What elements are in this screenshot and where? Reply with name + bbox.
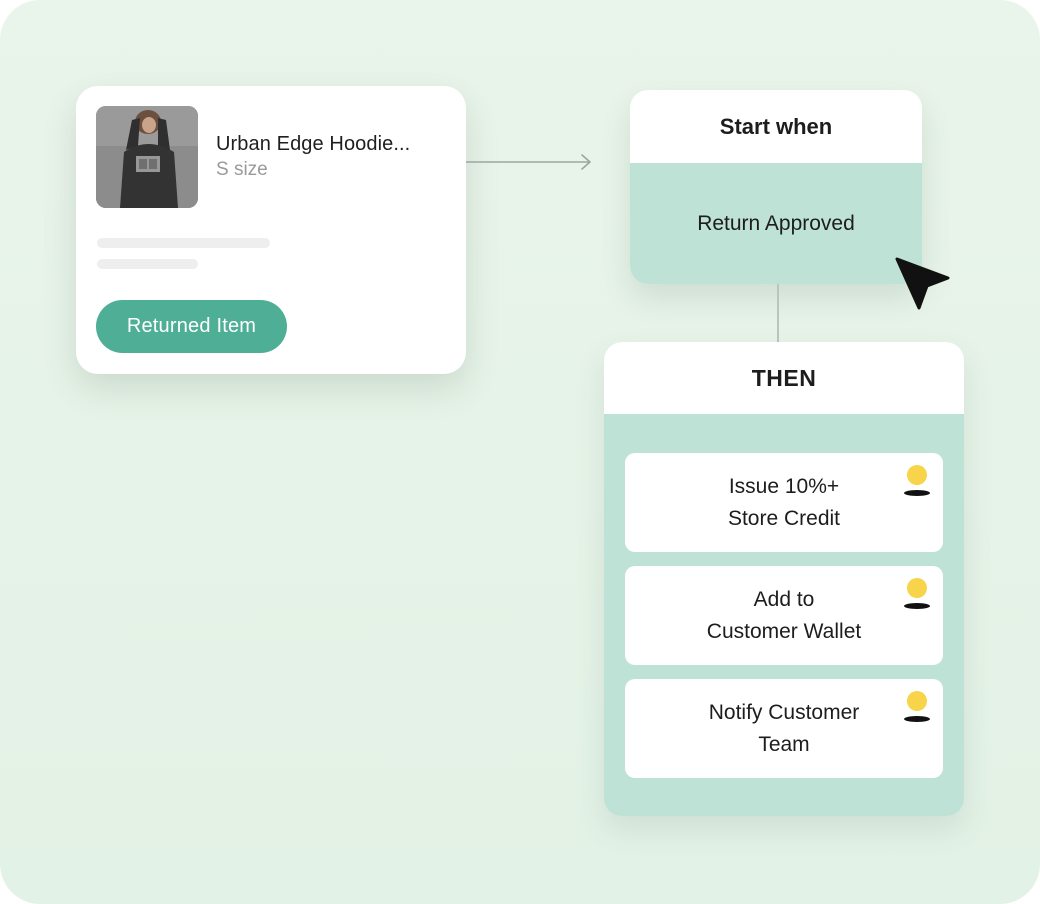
action-add-to-wallet[interactable]: Add to Customer Wallet — [625, 566, 943, 665]
hoodie-photo — [96, 106, 198, 208]
trigger-card[interactable]: Start when Return Approved — [630, 90, 922, 284]
placeholder-line — [97, 259, 198, 269]
arrow-connector-icon — [466, 154, 591, 170]
action-issue-store-credit[interactable]: Issue 10%+ Store Credit — [625, 453, 943, 552]
action-label: Notify Customer Team — [708, 700, 860, 756]
action-notify-team[interactable]: Notify Customer Team — [625, 679, 943, 778]
trigger-condition[interactable]: Return Approved — [630, 163, 922, 284]
flow-connector-line — [777, 284, 779, 342]
product-thumbnail — [96, 106, 198, 208]
placeholder-line — [97, 238, 270, 248]
mouse-pointer-icon — [895, 257, 950, 310]
returned-item-button[interactable]: Returned Item — [96, 300, 287, 353]
product-card[interactable]: Urban Edge Hoodie... S size Returned Ite… — [76, 86, 466, 374]
user-icon — [904, 578, 930, 609]
action-label: Issue 10%+ Store Credit — [727, 474, 841, 530]
user-icon — [904, 691, 930, 722]
actions-header: THEN — [604, 342, 964, 414]
workflow-canvas: Urban Edge Hoodie... S size Returned Ite… — [0, 0, 1040, 904]
action-label: Add to Customer Wallet — [706, 587, 862, 643]
product-name: Urban Edge Hoodie... — [216, 133, 411, 155]
trigger-header: Start when — [719, 114, 833, 139]
user-icon — [904, 465, 930, 496]
actions-panel: THEN Issue 10%+ Store Credit Add to Cust… — [604, 342, 964, 816]
product-size: S size — [216, 159, 268, 180]
